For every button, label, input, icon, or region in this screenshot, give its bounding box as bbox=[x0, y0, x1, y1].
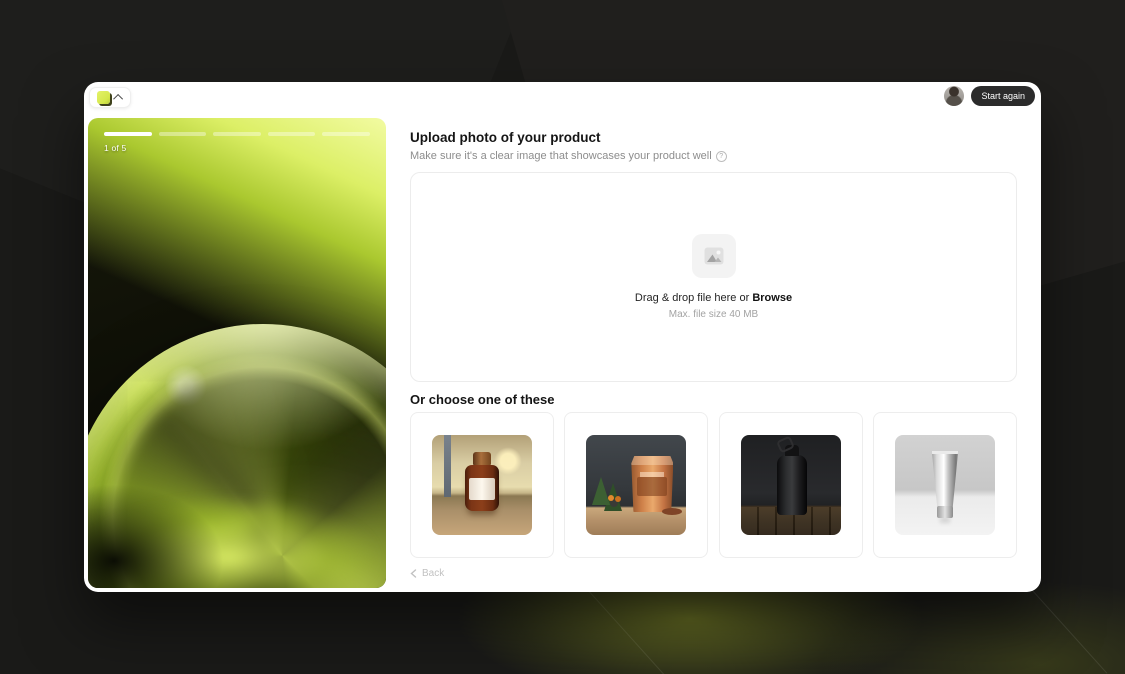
progress-indicator: 1 of 5 bbox=[104, 132, 370, 153]
samples-heading: Or choose one of these bbox=[410, 392, 1017, 408]
user-avatar[interactable] bbox=[944, 86, 964, 106]
sample-product-amber-bottle[interactable] bbox=[410, 412, 554, 558]
tube-cap-art bbox=[937, 506, 953, 518]
copper-pouch-image bbox=[586, 435, 686, 535]
shadow-art bbox=[88, 418, 318, 588]
amber-bottle-art bbox=[465, 465, 499, 511]
page-title: Upload photo of your product bbox=[410, 130, 1017, 146]
sample-product-black-bottle[interactable] bbox=[719, 412, 863, 558]
progress-segment bbox=[213, 132, 261, 136]
info-icon[interactable]: ? bbox=[716, 151, 727, 162]
sample-products-row bbox=[410, 412, 1017, 558]
dropzone-instruction: Drag & drop file here or Browse bbox=[635, 292, 792, 304]
black-bottle-art bbox=[777, 455, 807, 515]
progress-segment bbox=[159, 132, 207, 136]
chevron-left-icon bbox=[410, 569, 417, 578]
image-glyph bbox=[704, 247, 724, 265]
fruit-bowl-art bbox=[608, 495, 614, 501]
start-again-button[interactable]: Start again bbox=[971, 86, 1035, 106]
app-logo-icon bbox=[97, 91, 110, 104]
amber-bottle-image bbox=[432, 435, 532, 535]
file-dropzone[interactable]: Drag & drop file here or Browse Max. fil… bbox=[410, 172, 1017, 382]
progress-segment bbox=[322, 132, 370, 136]
header-controls: Start again bbox=[944, 86, 1035, 106]
silver-tube-image bbox=[895, 435, 995, 535]
black-bottle-image bbox=[741, 435, 841, 535]
subtitle-text: Make sure it's a clear image that showca… bbox=[410, 150, 712, 163]
upload-step-content: Upload photo of your product Make sure i… bbox=[410, 130, 1017, 583]
progress-segment bbox=[268, 132, 316, 136]
tube-art bbox=[930, 451, 960, 507]
step-counter: 1 of 5 bbox=[104, 143, 370, 153]
sample-product-silver-tube[interactable] bbox=[873, 412, 1017, 558]
pine-tree-art bbox=[592, 477, 610, 505]
page-subtitle: Make sure it's a clear image that showca… bbox=[410, 150, 1017, 163]
wizard-window: Start again 1 of 5 Upload photo of your … bbox=[84, 82, 1041, 592]
drop-text: Drag & drop file here or bbox=[635, 292, 749, 304]
browse-link[interactable]: Browse bbox=[752, 292, 792, 304]
image-placeholder-icon bbox=[692, 234, 736, 278]
sample-product-copper-pouch[interactable] bbox=[564, 412, 708, 558]
progress-segments bbox=[104, 132, 370, 136]
pouch-art bbox=[631, 456, 673, 512]
progress-segment bbox=[104, 132, 152, 136]
max-file-size-note: Max. file size 40 MB bbox=[669, 309, 758, 320]
powder-art bbox=[662, 508, 682, 515]
back-button[interactable]: Back bbox=[410, 568, 444, 579]
step-preview-image: 1 of 5 bbox=[88, 118, 386, 588]
chevron-up-icon bbox=[113, 94, 123, 104]
app-menu-button[interactable] bbox=[89, 87, 131, 108]
back-label: Back bbox=[422, 568, 444, 579]
